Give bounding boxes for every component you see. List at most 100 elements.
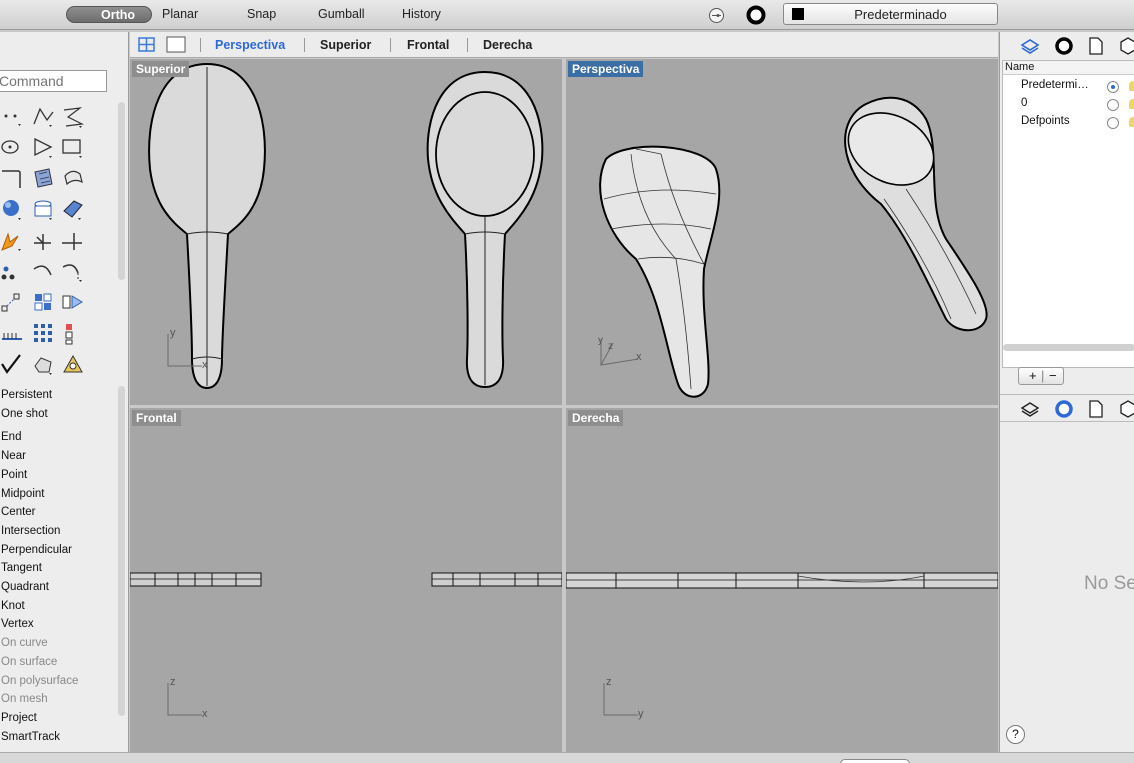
solid-tool-icon[interactable] [0, 197, 26, 223]
remove-layer-button[interactable]: − [1049, 368, 1057, 383]
current-layer-radio[interactable] [1107, 117, 1119, 129]
check-tool-icon[interactable] [0, 352, 26, 378]
tab-separator [304, 38, 305, 52]
layer-name[interactable]: Predetermi… [1021, 79, 1089, 91]
bulb-icon[interactable] [1129, 81, 1134, 91]
osnap-on-curve[interactable]: On curve [1, 637, 48, 649]
grid-array-icon[interactable] [31, 321, 57, 347]
split-tool-icon[interactable] [31, 228, 57, 254]
four-viewports-icon[interactable] [138, 37, 155, 52]
layer-name[interactable]: 0 [1021, 97, 1027, 109]
osnap-quadrant[interactable]: Quadrant [1, 581, 49, 593]
arc-tool-icon[interactable] [0, 166, 26, 192]
layers-scrollbar[interactable] [1003, 344, 1134, 351]
tab-separator [390, 38, 391, 52]
osnap-mode-persistent[interactable]: Persistent [1, 389, 52, 401]
properties-area: No Se ? [1000, 423, 1134, 752]
curve-tool-icon[interactable] [60, 104, 86, 130]
mesh-tool-icon[interactable] [60, 197, 86, 223]
points-on-tool-icon[interactable] [0, 259, 26, 285]
fillet-curve-icon[interactable] [31, 259, 57, 285]
analyze-tool-icon[interactable] [31, 352, 57, 378]
current-layer-select[interactable]: Predeterminado [783, 3, 998, 25]
osnap-midpoint[interactable]: Midpoint [1, 488, 44, 500]
osnap-project[interactable]: Project [1, 712, 37, 724]
command-input[interactable] [0, 70, 107, 92]
osnap-perpendicular[interactable]: Perpendicular [1, 544, 72, 556]
box-tool-icon[interactable] [31, 197, 57, 223]
layers-tab-icon[interactable] [1020, 36, 1040, 56]
osnap-mode-one-shot[interactable]: One shot [1, 408, 48, 420]
object-tab-icon[interactable] [1118, 36, 1134, 56]
tab-frontal[interactable]: Frontal [407, 38, 449, 52]
tab-superior[interactable]: Superior [320, 38, 371, 52]
axis-label-x: x [636, 351, 642, 363]
viewport-label-perspectiva[interactable]: Perspectiva [568, 61, 644, 77]
material-tab-icon[interactable] [1054, 36, 1074, 56]
array-tool-icon[interactable] [31, 290, 57, 316]
tools-scrollbar[interactable] [118, 102, 125, 280]
tool-panel: Persistent One shot End Near Point Midpoint Ce… [0, 32, 129, 752]
rectangle-tool-icon[interactable] [60, 135, 86, 161]
history-toggle[interactable]: History [402, 6, 441, 23]
ortho-toggle[interactable]: Ortho [66, 6, 153, 23]
snap-toggle[interactable]: Snap [247, 6, 276, 23]
trim-tool-icon[interactable] [60, 228, 86, 254]
layer-name[interactable]: Defpoints [1021, 115, 1070, 127]
layers-tab-icon[interactable] [1020, 399, 1040, 419]
single-viewport-icon[interactable] [166, 36, 186, 53]
osnap-center[interactable]: Center [1, 506, 36, 518]
status-button[interactable] [840, 759, 910, 763]
osnap-scrollbar[interactable] [118, 386, 125, 716]
gumball-toggle[interactable]: Gumball [318, 6, 365, 23]
point-tool-icon[interactable] [0, 104, 26, 130]
viewport-frontal[interactable]: z x Frontal [130, 408, 562, 752]
viewport-label-superior[interactable]: Superior [132, 61, 190, 77]
material-tab-icon[interactable] [1054, 399, 1074, 419]
transform-tool-icon[interactable] [0, 290, 26, 316]
viewport-label-frontal[interactable]: Frontal [132, 410, 181, 426]
osnap-smarttrack[interactable]: SmartTrack [1, 731, 60, 743]
osnap-tangent[interactable]: Tangent [1, 562, 42, 574]
osnap-point[interactable]: Point [1, 469, 27, 481]
osnap-on-polysurface[interactable]: On polysurface [1, 675, 78, 687]
bulb-icon[interactable] [1129, 99, 1134, 109]
render-tool-icon[interactable] [60, 352, 86, 378]
tab-perspectiva[interactable]: Perspectiva [215, 38, 285, 52]
osnap-near[interactable]: Near [1, 450, 26, 462]
explode-tool-icon[interactable] [0, 228, 26, 254]
surface-tool-icon[interactable] [31, 166, 57, 192]
osnap-vertex[interactable]: Vertex [1, 618, 34, 630]
dimension-tool-icon[interactable] [0, 321, 26, 347]
axis-label-y: y [170, 327, 176, 339]
polyline-tool-icon[interactable] [31, 104, 57, 130]
object-tab-icon[interactable] [1118, 399, 1134, 419]
osnap-on-mesh[interactable]: On mesh [1, 693, 48, 705]
tab-derecha[interactable]: Derecha [483, 38, 532, 52]
block-tool-icon[interactable] [60, 321, 86, 347]
viewport-derecha[interactable]: z y Derecha [566, 408, 998, 752]
mirror-tool-icon[interactable] [60, 290, 86, 316]
blend-curve-icon[interactable] [60, 259, 86, 285]
document-tab-icon[interactable] [1086, 399, 1106, 419]
viewport-perspectiva[interactable]: y z x Perspectiva [566, 59, 998, 405]
bulb-icon[interactable] [1129, 117, 1134, 127]
circle-tool-icon[interactable] [0, 135, 26, 161]
planar-toggle[interactable]: Planar [162, 6, 198, 23]
current-layer-radio[interactable] [1107, 81, 1119, 93]
axis-label-y: y [598, 335, 603, 346]
current-layer-radio[interactable] [1107, 99, 1119, 111]
polygon-tool-icon[interactable] [31, 135, 57, 161]
extrude-surface-icon[interactable] [60, 166, 86, 192]
cplane-icon[interactable] [708, 7, 725, 24]
osnap-knot[interactable]: Knot [1, 600, 25, 612]
viewport-label-derecha[interactable]: Derecha [568, 410, 624, 426]
osnap-on-surface[interactable]: On surface [1, 656, 57, 668]
document-tab-icon[interactable] [1086, 36, 1106, 56]
help-button[interactable]: ? [1006, 725, 1025, 744]
osnap-end[interactable]: End [1, 431, 21, 443]
osnap-intersection[interactable]: Intersection [1, 525, 60, 537]
add-layer-button[interactable]: + [1029, 368, 1037, 383]
viewport-superior[interactable]: y x Superior [130, 59, 562, 405]
material-icon[interactable] [746, 5, 766, 25]
